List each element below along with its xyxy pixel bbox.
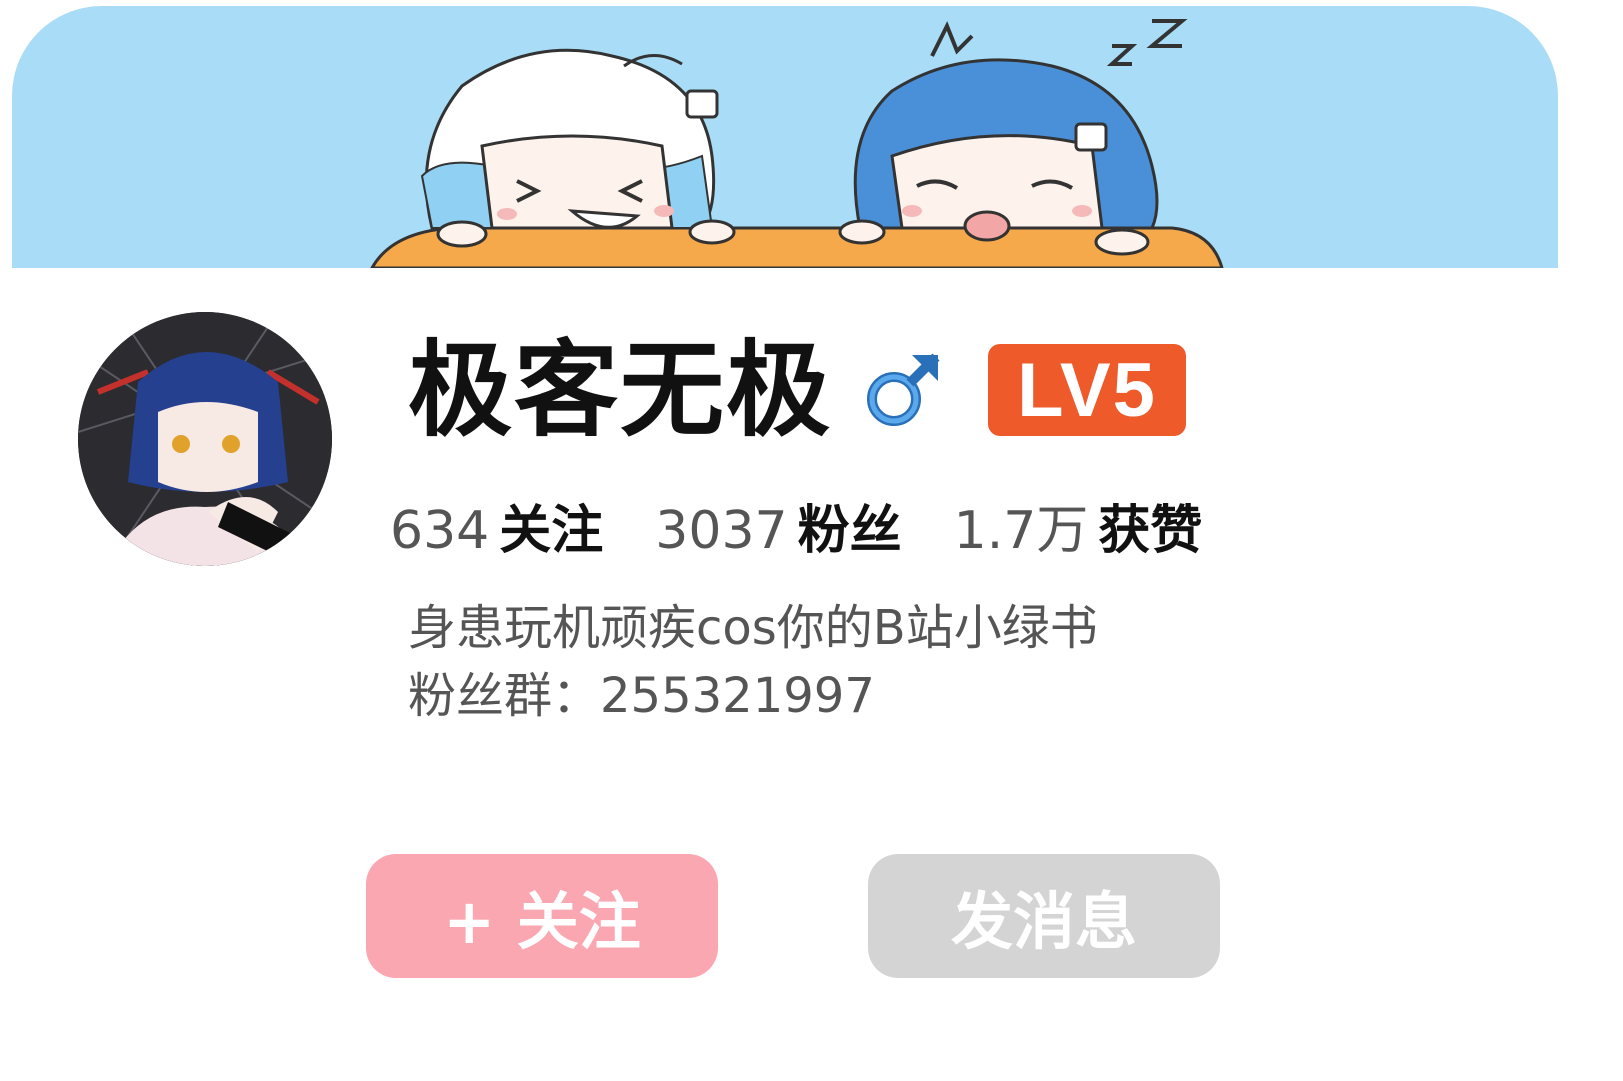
profile-bio: 身患玩机顽疾cos你的B站小绿书 粉丝群：255321997 (408, 594, 1098, 730)
bio-line-1: 身患玩机顽疾cos你的B站小绿书 (408, 600, 1098, 656)
username: 极客无极 (408, 329, 833, 451)
name-row: 极客无极 LV5 (408, 329, 1187, 451)
stats-row: 634 关注 3037 粉丝 1.7万 获赞 (390, 488, 1254, 563)
likes-label: 获赞 (1098, 500, 1203, 561)
male-symbol-icon (867, 353, 940, 426)
follow-button[interactable]: + 关注 (366, 854, 718, 978)
avatar[interactable] (78, 312, 332, 566)
stat-followers[interactable]: 3037 粉丝 (655, 488, 901, 563)
level-label: LV5 (1017, 347, 1157, 433)
profile-banner (12, 6, 1558, 268)
banner-character-left (420, 48, 719, 230)
send-message-button[interactable]: 发消息 (868, 854, 1220, 978)
banner-illustration (370, 19, 1224, 268)
bio-line-2: 粉丝群：255321997 (408, 668, 875, 724)
stat-following[interactable]: 634 关注 (390, 488, 603, 563)
stat-likes: 1.7万 获赞 (954, 488, 1203, 563)
likes-count: 1.7万 (953, 500, 1089, 561)
level-badge: LV5 (988, 344, 1187, 436)
followers-count: 3037 (655, 500, 788, 561)
profile-card: 极客无极 LV5 634 关注 3037 粉丝 1.7万 获赞 身患玩机顽疾co… (12, 6, 1558, 1076)
avatar-image (78, 312, 332, 566)
following-label: 关注 (499, 500, 604, 561)
banner-character-right (853, 19, 1188, 242)
followers-label: 粉丝 (797, 500, 902, 561)
following-count: 634 (390, 500, 490, 561)
